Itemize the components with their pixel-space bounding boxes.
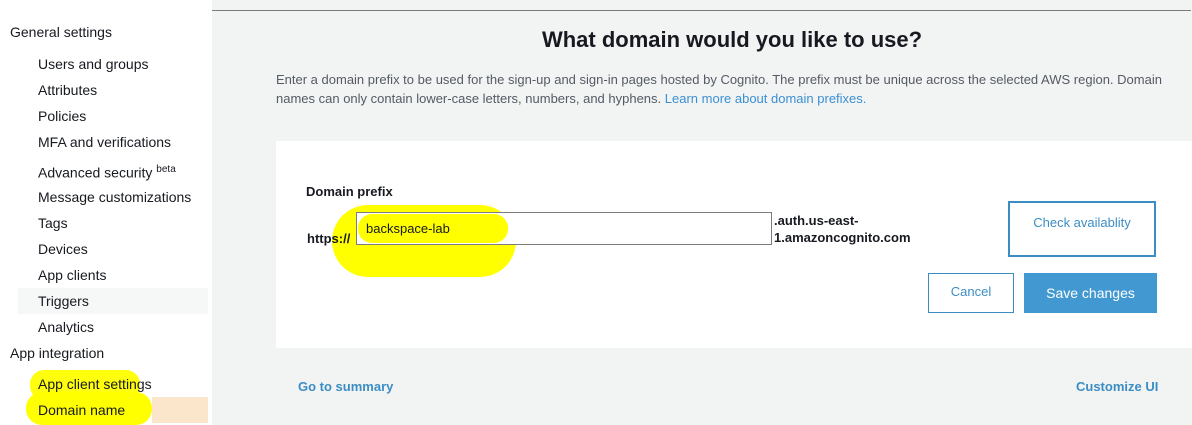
https-label: https:// [307, 231, 351, 246]
domain-card: Domain prefix https:// backspace-lab .au… [276, 141, 1192, 348]
sidebar-item-mfa-and-verifications[interactable]: MFA and verifications [18, 129, 208, 155]
sidebar-item-message-customizations[interactable]: Message customizations [18, 184, 208, 210]
sidebar-item-app-clients[interactable]: App clients [18, 262, 208, 288]
sidebar-item-users-and-groups[interactable]: Users and groups [18, 51, 208, 77]
sidebar-item-advanced-security[interactable]: Advanced security beta [18, 157, 208, 183]
save-changes-button[interactable]: Save changes [1024, 273, 1157, 313]
sidebar: General settings Users and groups Attrib… [0, 0, 212, 425]
domain-prefix-label: Domain prefix [306, 184, 393, 199]
sidebar-item-devices[interactable]: Devices [18, 236, 208, 262]
page-title: What domain would you like to use? [541, 27, 923, 52]
customize-ui-link[interactable]: Customize UI [1076, 379, 1158, 394]
sidebar-item-analytics[interactable]: Analytics [18, 314, 208, 340]
go-to-summary-link[interactable]: Go to summary [298, 379, 393, 394]
active-nav-bg [152, 397, 208, 423]
section-app-integration: App integration [10, 345, 105, 361]
page-description: Enter a domain prefix to be used for the… [276, 70, 1188, 108]
section-general-settings: General settings [10, 24, 112, 40]
beta-badge: beta [156, 164, 176, 175]
learn-more-link[interactable]: Learn more about domain prefixes. [665, 91, 867, 106]
cancel-button[interactable]: Cancel [928, 273, 1014, 313]
sidebar-item-attributes[interactable]: Attributes [18, 77, 208, 103]
sidebar-item-app-client-settings[interactable]: App client settings [18, 371, 208, 397]
check-availability-button[interactable]: Check availablity [1008, 201, 1156, 257]
domain-prefix-value: backspace-lab [366, 221, 450, 236]
domain-suffix: .auth.us-east-1.amazoncognito.com [774, 213, 911, 245]
sidebar-item-tags[interactable]: Tags [18, 210, 208, 236]
sidebar-item-policies[interactable]: Policies [18, 103, 208, 129]
sidebar-item-label: Advanced security [38, 164, 153, 181]
main-content: What domain would you like to use? Enter… [212, 10, 1192, 425]
sidebar-item-triggers[interactable]: Triggers [18, 288, 208, 314]
